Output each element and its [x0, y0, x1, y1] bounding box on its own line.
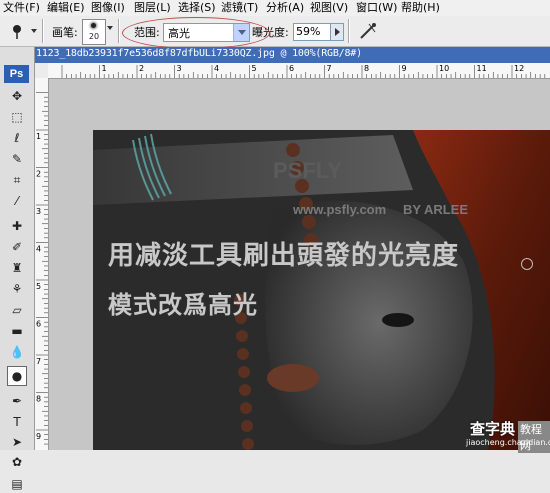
- notes-tool-icon[interactable]: ▤: [8, 475, 26, 493]
- ruler-label: 9: [36, 432, 41, 441]
- separator: [118, 19, 120, 43]
- dodge-tool-icon: [13, 25, 37, 39]
- separator: [348, 19, 350, 43]
- menu-filter[interactable]: 滤镜(T): [221, 1, 258, 15]
- lasso-tool-icon[interactable]: ℓ: [8, 129, 26, 147]
- ruler-label: 12: [514, 64, 524, 73]
- ruler-label: 1: [36, 132, 41, 141]
- ruler-label: 5: [36, 282, 41, 291]
- type-tool-icon[interactable]: T: [8, 413, 26, 431]
- custom-shape-tool-icon[interactable]: ✿: [8, 453, 26, 471]
- horizontal-ruler[interactable]: 1 2 3 4 5 6 7 8 9 10 11 12: [48, 63, 550, 79]
- ruler-label: 2: [139, 64, 144, 73]
- menu-layer[interactable]: 图层(L): [134, 1, 171, 15]
- dodge-tool-icon[interactable]: ●: [7, 366, 27, 386]
- menu-image[interactable]: 图像(I): [91, 1, 125, 15]
- vertical-ruler[interactable]: 1 2 3 4 5 6 7 8 9: [34, 78, 49, 450]
- ruler-origin[interactable]: [34, 63, 49, 79]
- brush-cursor: [521, 258, 533, 270]
- ruler-label: 10: [439, 64, 449, 73]
- caption-line-2: 模式改爲高光: [108, 291, 258, 319]
- document-title: 1123_18db23931f7e536d8f87dfbULi7330QZ.jp…: [36, 48, 362, 59]
- brush-picker[interactable]: 20: [82, 19, 106, 45]
- toolbox: Ps ✥ ⬚ ℓ ✎ ⌗ ⁄ ✚ ✐ ♜ ⚘ ▱ ▬ 💧 ● ✒ T ➤ ✿ ▤: [0, 47, 35, 491]
- ruler-label: 7: [327, 64, 332, 73]
- watermark-brand: PSFLY: [273, 158, 342, 183]
- ruler-label: 3: [36, 207, 41, 216]
- pen-tool-icon[interactable]: ✒: [8, 392, 26, 410]
- ruler-label: 11: [477, 64, 487, 73]
- ruler-label: 8: [36, 395, 41, 404]
- ruler-label: 5: [252, 64, 257, 73]
- watermark-author: BY ARLEE: [403, 202, 469, 217]
- exposure-input[interactable]: 59%: [293, 23, 331, 41]
- brush-tip-icon: [91, 23, 96, 28]
- brush-label: 画笔:: [52, 26, 78, 39]
- highlight-circle: [122, 17, 270, 49]
- ruler-ticks: 1 2 3 4 5 6 7 8 9: [36, 92, 48, 445]
- path-selection-tool-icon[interactable]: ➤: [8, 433, 26, 451]
- airbrush-button[interactable]: [357, 20, 379, 42]
- clone-stamp-tool-icon[interactable]: ♜: [8, 259, 26, 277]
- photo-canvas[interactable]: PSFLY www.psfly.com BY ARLEE 用减淡工具刷出頭發的光…: [93, 130, 550, 450]
- site-url: jiaocheng.chazidian.com: [466, 438, 550, 447]
- eraser-tool-icon[interactable]: ▱: [8, 301, 26, 319]
- ruler-label: 6: [289, 64, 294, 73]
- separator: [42, 19, 44, 43]
- airbrush-icon: [360, 23, 376, 39]
- tool-preset-picker[interactable]: [6, 20, 40, 42]
- menu-edit[interactable]: 编辑(E): [47, 1, 85, 15]
- photoshop-logo: Ps: [4, 65, 29, 83]
- ruler-label: 7: [36, 357, 41, 366]
- site-watermark: 查字典 教程网 jiaocheng.chazidian.com: [466, 418, 550, 453]
- marquee-tool-icon[interactable]: ⬚: [8, 108, 26, 126]
- move-tool-icon[interactable]: ✥: [8, 87, 26, 105]
- exposure-slider-button[interactable]: [330, 23, 344, 41]
- document-title-bar: 1123_18db23931f7e536d8f87dfbULi7330QZ.jp…: [34, 47, 550, 63]
- gradient-tool-icon[interactable]: ▬: [8, 322, 26, 340]
- crop-tool-icon[interactable]: ⌗: [8, 171, 26, 189]
- watermark-url: www.psfly.com: [293, 202, 387, 217]
- menu-window[interactable]: 窗口(W): [356, 1, 397, 15]
- ruler-label: 9: [402, 64, 407, 73]
- menu-bar: 文件(F) 编辑(E) 图像(I) 图层(L) 选择(S) 滤镜(T) 分析(A…: [0, 0, 550, 16]
- history-brush-tool-icon[interactable]: ⚘: [8, 280, 26, 298]
- brush-size: 20: [88, 32, 100, 41]
- menu-file[interactable]: 文件(F): [3, 1, 40, 15]
- brush-tool-icon[interactable]: ✐: [8, 238, 26, 256]
- menu-select[interactable]: 选择(S): [178, 1, 216, 15]
- ruler-label: 1: [102, 64, 107, 73]
- ruler-label: 4: [214, 64, 219, 73]
- menu-analysis[interactable]: 分析(A): [266, 1, 304, 15]
- menu-view[interactable]: 视图(V): [310, 1, 348, 15]
- ruler-label: 3: [177, 64, 182, 73]
- chevron-down-icon[interactable]: [107, 26, 113, 30]
- menu-help[interactable]: 帮助(H): [401, 1, 440, 15]
- options-bar: 画笔: 20 范围: 曝光度:: [0, 16, 550, 47]
- healing-brush-tool-icon[interactable]: ✚: [8, 217, 26, 235]
- quick-selection-tool-icon[interactable]: ✎: [8, 150, 26, 168]
- ruler-label: 4: [36, 245, 41, 254]
- ruler-label: 8: [364, 64, 369, 73]
- ruler-label: 2: [36, 170, 41, 179]
- ruler-label: 6: [36, 320, 41, 329]
- caption-line-1: 用减淡工具刷出頭發的光亮度: [108, 241, 460, 271]
- blur-tool-icon[interactable]: 💧: [8, 343, 26, 361]
- ruler-ticks: 1 2 3 4 5 6 7 8 9 10 11 12: [61, 64, 546, 78]
- site-watermark-name: 查字典: [470, 420, 516, 438]
- eyedropper-tool-icon[interactable]: ⁄: [8, 192, 26, 210]
- site-watermark-tag: 教程网: [518, 421, 550, 453]
- exposure-value: 59%: [296, 25, 321, 38]
